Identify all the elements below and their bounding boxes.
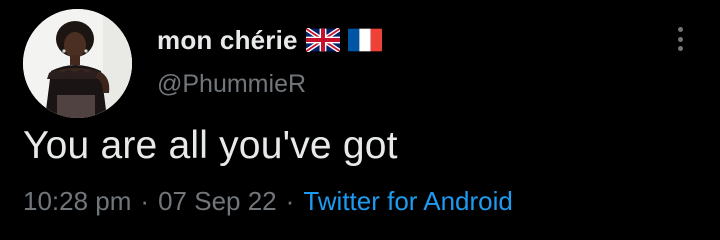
tweet-time[interactable]: 10:28 pm xyxy=(23,186,131,217)
ellipsis-dot xyxy=(677,27,683,32)
ellipsis-dot xyxy=(677,46,683,51)
vertical-ellipsis-icon[interactable] xyxy=(668,24,692,54)
ellipsis-dot xyxy=(677,36,683,42)
france-flag-icon xyxy=(347,28,382,52)
meta-separator: · xyxy=(285,186,295,216)
tweet-text: You are all you've got xyxy=(23,124,398,167)
uk-flag-icon xyxy=(305,28,340,52)
tweet-date[interactable]: 07 Sep 22 xyxy=(158,186,277,217)
tweet-source-link[interactable]: Twitter for Android xyxy=(303,186,513,217)
display-name[interactable]: mon chérie xyxy=(157,25,298,56)
meta-separator: · xyxy=(140,186,150,216)
author-name-row[interactable]: mon chérie xyxy=(157,24,382,56)
tweet-meta: 10:28 pm · 07 Sep 22 · Twitter for Andro… xyxy=(23,186,513,217)
author-handle[interactable]: @PhummieR xyxy=(157,70,306,99)
avatar[interactable] xyxy=(23,9,132,118)
avatar-photo xyxy=(23,9,132,118)
tweet: mon chérie @PhummieR You are all you've … xyxy=(0,0,720,240)
